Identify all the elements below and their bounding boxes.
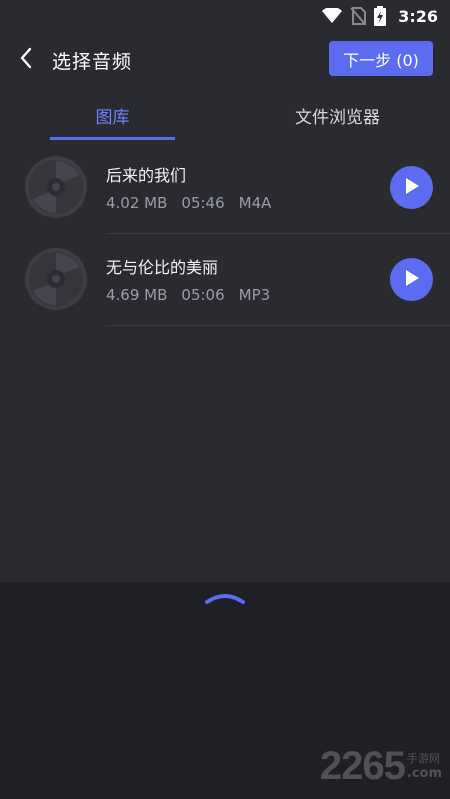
expand-panel-handle[interactable] <box>203 588 247 608</box>
tab-file-browser-label: 文件浏览器 <box>295 107 380 128</box>
next-step-button[interactable]: 下一步 (0) <box>329 41 433 76</box>
song-meta: 4.69 MB 05:06 MP3 <box>106 286 270 304</box>
song-title: 后来的我们 <box>106 166 187 185</box>
play-button[interactable] <box>390 258 433 301</box>
song-duration: 05:46 <box>181 194 225 212</box>
watermark-number: 2265 <box>319 744 406 788</box>
watermark-text: 手游网 <box>406 752 440 765</box>
back-button[interactable] <box>4 32 48 88</box>
chevron-left-icon <box>19 47 33 73</box>
song-title: 无与伦比的美丽 <box>106 258 219 277</box>
song-meta: 4.02 MB 05:46 M4A <box>106 194 271 212</box>
watermark-domain: .com <box>406 766 442 781</box>
app-header: 选择音频 下一步 (0) <box>0 32 450 88</box>
list-item[interactable]: 无与伦比的美丽 4.69 MB 05:06 MP3 <box>0 234 450 326</box>
play-icon <box>404 269 420 291</box>
chevron-up-icon <box>205 589 245 608</box>
page-title: 选择音频 <box>52 50 133 73</box>
disc-icon <box>24 247 88 311</box>
no-sim-icon <box>350 7 367 25</box>
song-format: M4A <box>238 194 272 212</box>
active-tab-indicator <box>50 137 175 140</box>
battery-charging-icon <box>374 6 387 26</box>
status-time: 3:26 <box>398 6 438 26</box>
tab-bar: 图库 文件浏览器 <box>0 88 450 142</box>
play-button[interactable] <box>390 166 433 209</box>
watermark-logo: 2265 手游网 .com <box>320 744 442 789</box>
song-size: 4.69 MB <box>106 286 168 304</box>
list-item[interactable]: 后来的我们 4.02 MB 05:46 M4A <box>0 142 450 234</box>
tab-file-browser[interactable]: 文件浏览器 <box>225 88 450 142</box>
tab-gallery-label: 图库 <box>95 107 130 128</box>
status-bar: 3:26 <box>0 0 450 32</box>
song-format: MP3 <box>238 286 271 304</box>
song-size: 4.02 MB <box>106 194 168 212</box>
disc-icon <box>24 155 88 219</box>
divider <box>106 325 450 326</box>
tab-gallery[interactable]: 图库 <box>0 88 225 142</box>
wifi-icon <box>322 8 343 24</box>
song-duration: 05:06 <box>181 286 225 304</box>
play-icon <box>404 177 420 199</box>
audio-list: 后来的我们 4.02 MB 05:46 M4A 无与伦比的美丽 4.69 MB … <box>0 142 450 582</box>
